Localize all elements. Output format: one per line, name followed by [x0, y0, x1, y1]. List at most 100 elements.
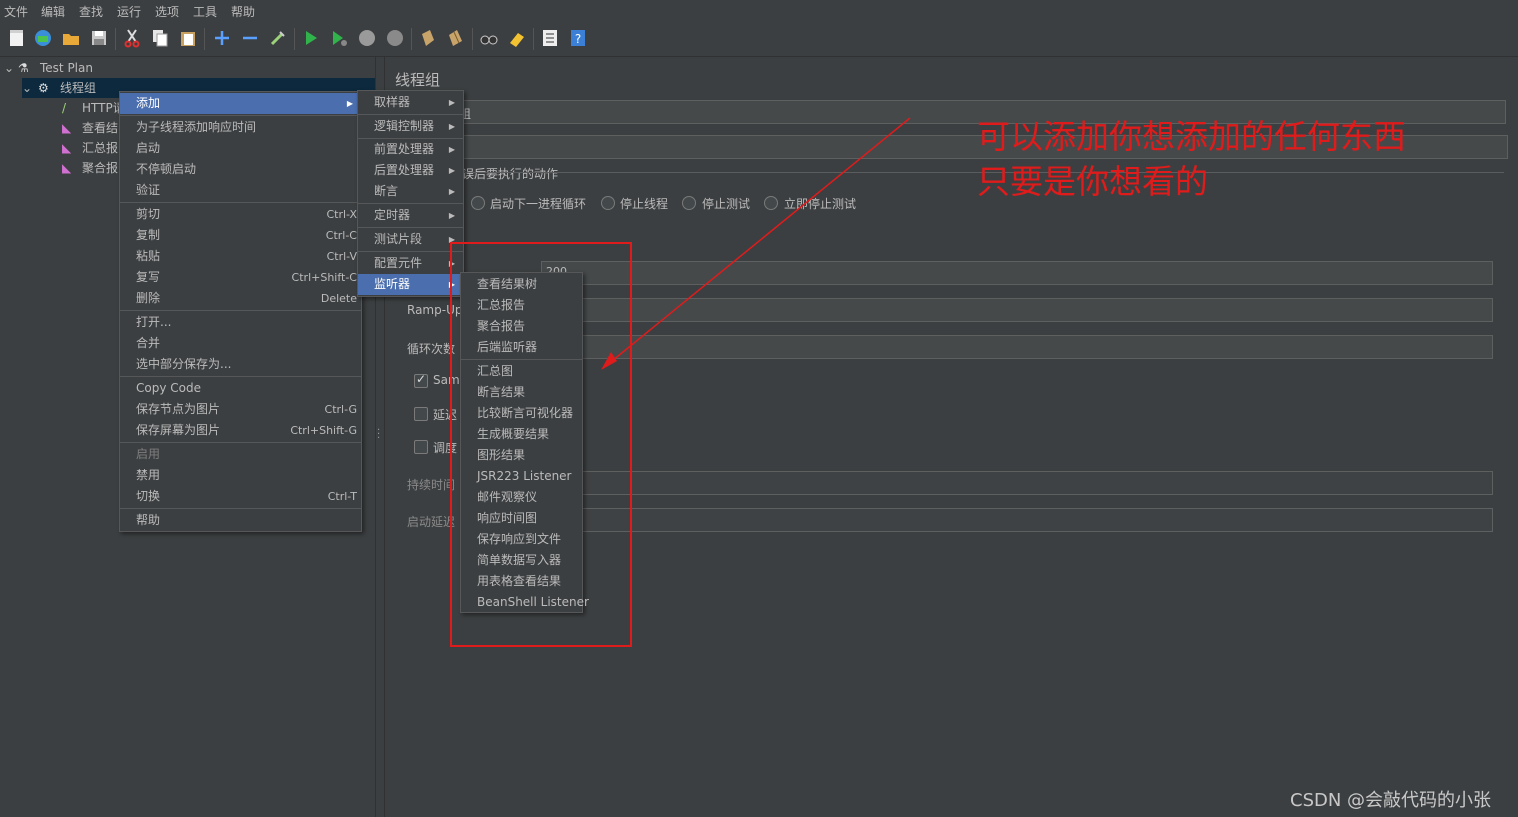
radio-stop-thread[interactable]: [601, 196, 615, 210]
radio-stop-test-now[interactable]: [764, 196, 778, 210]
submenu-item-config-element[interactable]: 配置元件 ▶: [358, 253, 463, 274]
menu-tools[interactable]: 工具: [193, 3, 217, 20]
menu-options[interactable]: 选项: [155, 3, 179, 20]
submenu-item-logic-controller[interactable]: 逻辑控制器 ▶: [358, 116, 463, 137]
duration-label: 持续时间: [407, 478, 456, 492]
loop-label: 循环次数: [407, 342, 456, 356]
menu-item-copy[interactable]: 复制 Ctrl-C: [120, 225, 361, 246]
error-action-label: 误后要执行的动作: [462, 167, 559, 181]
tree-label: Test Plan: [40, 61, 93, 75]
submenu-item-pre-processor[interactable]: 前置处理器 ▶: [358, 139, 463, 160]
tree-label: 聚合报: [82, 161, 119, 175]
watermark: CSDN @会敲代码的小张: [1290, 790, 1492, 811]
menu-item-duplicate[interactable]: 复写 Ctrl+Shift-C: [120, 267, 361, 288]
reset-search-icon[interactable]: [507, 28, 527, 48]
expand-arrow-icon[interactable]: ⌄: [4, 58, 18, 78]
same-user-checkbox[interactable]: ✓: [414, 372, 428, 388]
start-no-pause-icon[interactable]: [329, 28, 349, 48]
menu-item-open[interactable]: 打开...: [120, 312, 361, 333]
context-menu: 添加 ▶ 为子线程添加响应时间 启动 不停顿启动 验证 剪切 Ctrl-X 复制 Ct…: [119, 91, 362, 532]
collapse-all-icon[interactable]: [240, 28, 260, 48]
expand-all-icon[interactable]: [212, 28, 232, 48]
menu-item-save-screen-image[interactable]: 保存屏幕为图片 Ctrl+Shift-G: [120, 420, 361, 441]
menu-help[interactable]: 帮助: [231, 3, 255, 20]
radio-stop-test[interactable]: [682, 196, 696, 210]
radio-label: 停止测试: [702, 197, 751, 211]
threads-field[interactable]: 200: [541, 261, 1493, 285]
menu-item-merge[interactable]: 合并: [120, 333, 361, 354]
menu-item-validate[interactable]: 验证: [120, 180, 361, 201]
annotation-line-1: 可以添加你想添加的任何东西: [977, 117, 1406, 156]
menu-file[interactable]: 文件: [4, 3, 28, 20]
expand-arrow-icon[interactable]: ⌄: [22, 78, 38, 98]
menu-item-disable[interactable]: 禁用: [120, 465, 361, 486]
copy-icon[interactable]: [150, 28, 170, 48]
radio-label: 立即停止测试: [784, 197, 857, 211]
radio-start-next-loop[interactable]: [471, 196, 485, 210]
annotation-line-2: 只要是你想看的: [977, 162, 1208, 201]
help-icon[interactable]: ?: [568, 28, 588, 48]
pipette-icon: /: [62, 101, 67, 115]
menu-item-save-selection[interactable]: 选中部分保存为...: [120, 354, 361, 375]
menu-item-cut[interactable]: 剪切 Ctrl-X: [120, 204, 361, 225]
menu-item-start[interactable]: 启动: [120, 138, 361, 159]
submenu-item-assertion[interactable]: 断言 ▶: [358, 181, 463, 202]
submenu-item-timer[interactable]: 定时器 ▶: [358, 205, 463, 226]
save-icon[interactable]: [89, 28, 109, 48]
chart-icon: ◣: [62, 121, 72, 135]
menu-search[interactable]: 查找: [79, 3, 103, 20]
function-helper-icon[interactable]: [540, 28, 560, 48]
submenu-item-sampler[interactable]: 取样器 ▶: [358, 92, 463, 113]
tree-item-listener[interactable]: ◣ 聚合报: [62, 158, 118, 178]
menu-item-delete[interactable]: 删除 Delete: [120, 288, 361, 309]
annotation-highlight-box: [450, 242, 632, 647]
open-folder-icon[interactable]: [61, 28, 81, 48]
submenu-item-test-fragment[interactable]: 测试片段 ▶: [358, 229, 463, 250]
rampup-field[interactable]: [541, 298, 1493, 322]
menu-item-enable: 启用: [136, 447, 161, 461]
clear-all-icon[interactable]: [446, 28, 466, 48]
menu-item-start-no-pause[interactable]: 不停顿启动: [120, 159, 361, 180]
menu-item-toggle[interactable]: 切换 Ctrl-T: [120, 486, 361, 507]
menu-item-help[interactable]: 帮助: [120, 510, 361, 531]
start-icon[interactable]: [301, 28, 321, 48]
duration-field[interactable]: [541, 471, 1493, 495]
submenu-item-post-processor[interactable]: 后置处理器 ▶: [358, 160, 463, 181]
flask-icon: ⚗: [18, 61, 29, 75]
tree-item-listener[interactable]: ◣ 汇总报: [62, 138, 118, 158]
menu-item-add-response-time[interactable]: 为子线程添加响应时间: [120, 117, 361, 138]
tree-item-test-plan[interactable]: ⌄ ⚗ Test Plan: [4, 58, 93, 78]
menu-item-save-node-image[interactable]: 保存节点为图片 Ctrl-G: [120, 399, 361, 420]
startup-delay-label: 启动延迟: [407, 515, 456, 529]
chart-icon: ◣: [62, 141, 72, 155]
menu-item-paste[interactable]: 粘贴 Ctrl-V: [120, 246, 361, 267]
startup-delay-field[interactable]: [541, 508, 1493, 532]
shutdown-icon[interactable]: [385, 28, 405, 48]
paste-icon[interactable]: [178, 28, 198, 48]
gear-icon: ⚙: [38, 81, 49, 95]
loop-field[interactable]: [541, 335, 1493, 359]
panel-title: 线程组: [395, 71, 441, 89]
menu-item-copy-code[interactable]: Copy Code: [120, 378, 361, 399]
tree-item-http-request[interactable]: / HTTP请: [62, 98, 125, 118]
menu-item-add[interactable]: 添加 ▶: [120, 93, 361, 114]
scheduler-checkbox[interactable]: [414, 440, 428, 454]
menu-run[interactable]: 运行: [117, 3, 141, 20]
tree-label: 线程组: [60, 81, 97, 95]
templates-icon[interactable]: [33, 28, 53, 48]
cut-icon[interactable]: [122, 28, 142, 48]
stop-icon[interactable]: [357, 28, 377, 48]
toolbar: ?: [0, 22, 1518, 57]
toggle-icon[interactable]: [268, 28, 288, 48]
clear-icon[interactable]: [418, 28, 438, 48]
search-icon[interactable]: [479, 28, 499, 48]
new-file-icon[interactable]: [7, 28, 27, 48]
svg-text:?: ?: [575, 32, 581, 46]
tree-item-listener[interactable]: ◣ 查看结: [62, 118, 118, 138]
submenu-item-listener[interactable]: 监听器 ▶: [358, 274, 463, 295]
tree-label: 汇总报: [82, 141, 119, 155]
menu-edit[interactable]: 编辑: [41, 3, 65, 20]
tree-label: 查看结: [82, 121, 119, 135]
radio-label: 启动下一进程循环: [490, 197, 587, 211]
delay-checkbox[interactable]: [414, 407, 428, 421]
